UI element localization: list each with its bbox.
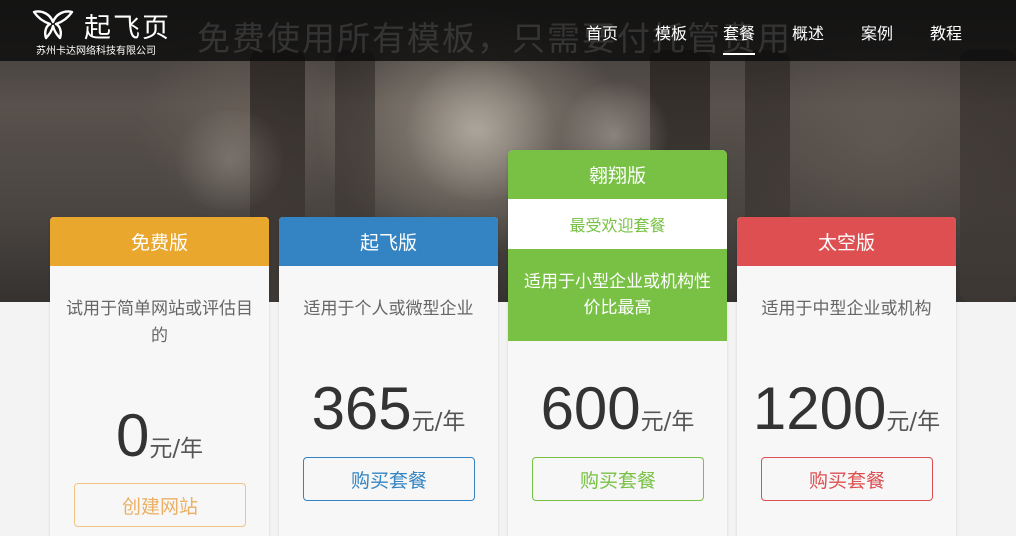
hero-decor	[170, 110, 290, 210]
nav-item-overview[interactable]: 概述	[792, 20, 824, 44]
plan-description: 适用于个人或微型企业	[303, 299, 474, 319]
create-site-button[interactable]: 创建网站	[74, 483, 246, 527]
brand-logo[interactable]: 起飞页 苏州卡达网络科技有限公司	[30, 8, 190, 57]
plan-description: 适用于小型企业或机构性价比最高	[508, 249, 727, 341]
brand-name: 起飞页	[84, 13, 171, 44]
plan-title: 翱翔版	[508, 150, 727, 199]
nav-item-home[interactable]: 首页	[586, 20, 618, 44]
plan-card-free: 免费版 试用于简单网站或评估目的 0元/年 创建网站	[50, 217, 269, 536]
top-navbar: 起飞页 苏州卡达网络科技有限公司 免费使用所有模板，只需要付托管费用 首页 模板…	[0, 0, 1016, 61]
hero-decor	[960, 50, 1016, 302]
price-unit: 元/年	[149, 436, 204, 462]
plan-card-soar: 翱翔版 最受欢迎套餐 适用于小型企业或机构性价比最高 600元/年 购买套餐	[508, 150, 727, 536]
plan-card-fly: 起飞版 适用于个人或微型企业 365元/年 购买套餐	[279, 217, 498, 536]
price-amount: 1200	[752, 375, 887, 442]
nav-item-tutorials[interactable]: 教程	[930, 20, 962, 44]
price-unit: 元/年	[886, 409, 941, 435]
price-unit: 元/年	[640, 409, 695, 435]
price-amount: 0	[115, 402, 150, 469]
buy-plan-button[interactable]: 购买套餐	[303, 457, 475, 501]
plan-price: 600元/年	[508, 374, 727, 443]
nav-item-pricing[interactable]: 套餐	[723, 20, 756, 55]
plan-price: 0元/年	[50, 401, 269, 470]
plan-price: 1200元/年	[737, 374, 956, 443]
nav-item-templates[interactable]: 模板	[655, 20, 687, 44]
plan-title: 免费版	[50, 217, 269, 266]
buy-plan-button[interactable]: 购买套餐	[761, 457, 933, 501]
price-amount: 365	[311, 375, 412, 442]
nav-item-cases[interactable]: 案例	[861, 20, 893, 44]
plan-description: 适用于中型企业或机构	[761, 299, 932, 319]
plan-title: 起飞版	[279, 217, 498, 266]
company-name: 苏州卡达网络科技有限公司	[36, 46, 156, 57]
plan-card-space: 太空版 适用于中型企业或机构 1200元/年 购买套餐	[737, 217, 956, 536]
buy-plan-button[interactable]: 购买套餐	[532, 457, 704, 501]
wing-logo-icon	[32, 10, 74, 40]
plan-title: 太空版	[737, 217, 956, 266]
hero-watermark-text: 免费使用所有模板，只需要付托管费用	[197, 19, 792, 58]
popular-badge: 最受欢迎套餐	[508, 199, 727, 249]
plan-description: 试用于简单网站或评估目的	[66, 299, 253, 346]
plan-price: 365元/年	[279, 374, 498, 443]
price-unit: 元/年	[411, 409, 466, 435]
price-amount: 600	[540, 375, 641, 442]
